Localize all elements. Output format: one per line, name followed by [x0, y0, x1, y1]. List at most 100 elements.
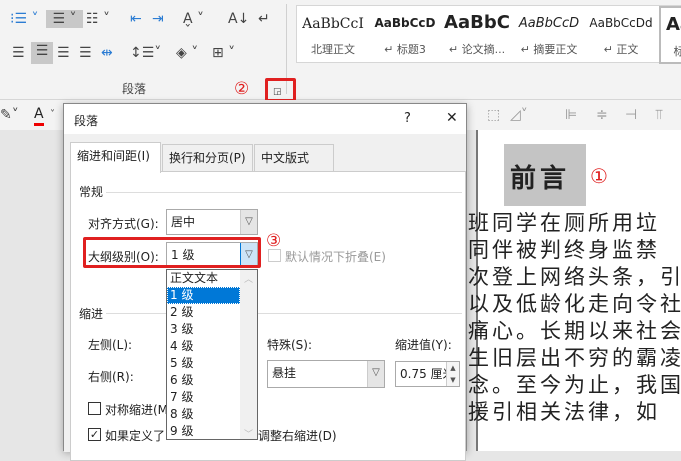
dropdown-option[interactable]: 3 级 — [167, 321, 240, 338]
align-right-icon[interactable]: ☰ — [57, 44, 70, 62]
align-left-object-icon[interactable]: ⊫ — [565, 106, 577, 124]
alignment-label: 对齐方式(G): — [88, 217, 159, 231]
annotation-3: ③ — [266, 231, 282, 251]
align-center-object-icon[interactable]: ≑ — [596, 106, 608, 124]
highlight-box — [265, 78, 296, 102]
dropdown-option[interactable]: 9 级 — [167, 423, 240, 440]
collapse-checkbox[interactable] — [268, 249, 281, 262]
numbering-icon[interactable]: ☰ ˅ — [46, 10, 83, 28]
style-item[interactable]: AaBbCcI 北理正文 — [297, 6, 369, 64]
doc-line: 同伴被判终身监禁 — [468, 238, 660, 262]
style-name: ↵ 论文摘... — [448, 43, 506, 56]
justify-icon[interactable]: ☰ — [79, 44, 92, 62]
distributed-icon[interactable]: ⇹ — [101, 44, 113, 62]
style-sample: AaBbCcI — [302, 16, 364, 32]
align-top-object-icon[interactable]: ⫪ — [655, 106, 663, 124]
doc-line: 援引相关法律，如 — [468, 400, 660, 424]
alignment-select[interactable]: 居中 ▽ — [166, 209, 258, 235]
outline-level-dropdown[interactable]: 正文文本 1 级 2 级 3 级 4 级 5 级 6 级 7 级 8 级 9 级… — [166, 269, 258, 440]
auto-adjust-checkbox[interactable]: ✓ — [88, 428, 101, 441]
tab-line-page-breaks[interactable]: 换行和分页(P) — [162, 144, 253, 172]
divider — [258, 313, 462, 314]
divider — [106, 192, 462, 193]
dropdown-option-selected[interactable]: 1 级 — [167, 287, 240, 304]
document-page[interactable]: 前言 ① 班同学在厕所用垃 同伴被判终身监禁 次登上网络头条，引 以及低龄化走向… — [468, 130, 681, 451]
show-marks-icon[interactable]: ↵ — [258, 10, 270, 28]
dropdown-option[interactable]: 7 级 — [167, 389, 240, 406]
close-button[interactable]: ✕ — [446, 110, 458, 126]
tab-indent-spacing[interactable]: 缩进和间距(I) — [70, 142, 161, 173]
dropdown-option[interactable]: 5 级 — [167, 355, 240, 372]
highlight-pen-icon[interactable]: ✎˅ — [0, 106, 19, 124]
auto-adjust-label-end: 调整右缩进(D) — [258, 429, 337, 443]
dropdown-option[interactable]: 8 级 — [167, 406, 240, 423]
style-name: 标 — [673, 45, 681, 58]
borders-icon[interactable]: ⊞ ˅ — [212, 44, 235, 62]
style-name: 北理正文 — [311, 43, 355, 56]
rotate-icon[interactable]: ◿˅ — [510, 106, 528, 124]
doc-line: 次登上网络头条，引 — [468, 265, 681, 289]
align-right-object-icon[interactable]: ⊣ — [625, 106, 637, 124]
indent-value-input[interactable]: 0.75 厘米 ▲ ▼ — [395, 361, 460, 387]
style-sample: AaBbCcDd — [589, 16, 653, 30]
align-left-icon[interactable]: ☰ — [12, 44, 25, 62]
special-value: 悬挂 — [272, 366, 297, 380]
special-select[interactable]: 悬挂 ▽ — [267, 360, 385, 388]
dropdown-option[interactable]: 4 级 — [167, 338, 240, 355]
mirror-indent-label: 对称缩进(M) — [105, 403, 166, 417]
style-item[interactable]: Aa 标 — [659, 6, 681, 64]
style-name: ↵ 标题3 — [384, 43, 426, 56]
style-item[interactable]: AaBbCcD ↵ 标题3 — [369, 6, 441, 64]
style-name: ↵ 摘要正文 — [520, 43, 578, 56]
multilevel-list-icon[interactable]: ☷ ˅ — [86, 10, 110, 28]
decrease-indent-icon[interactable]: ⇤ — [130, 10, 142, 28]
document-heading[interactable]: 前言 — [510, 158, 570, 195]
shading-icon[interactable]: ◈ ˅ — [176, 44, 198, 62]
collapse-label: 默认情况下折叠(E) — [285, 250, 386, 264]
dropdown-option[interactable]: 2 级 — [167, 304, 240, 321]
align-center-icon[interactable]: ☰ — [31, 42, 53, 64]
style-sample: Aa — [665, 14, 681, 35]
style-item[interactable]: AaBbC ↵ 论文摘... — [441, 6, 513, 64]
general-section-label: 常规 — [79, 185, 104, 199]
indent-value-label: 缩进值(Y): — [395, 338, 452, 352]
paragraph-group-label: 段落 — [122, 82, 147, 96]
chevron-down-icon[interactable]: ▽ — [367, 361, 384, 387]
dropdown-option[interactable]: 6 级 — [167, 372, 240, 389]
bullets-icon[interactable]: ⁝☰ ˅ — [10, 10, 38, 28]
tab-asian-typography[interactable]: 中文版式(H) — [254, 144, 334, 191]
doc-line: 以及低龄化走向令社 — [468, 292, 681, 316]
sort-icon[interactable]: A↓ — [228, 10, 249, 28]
right-indent-label: 右侧(R): — [88, 370, 134, 384]
dialog-title: 段落 — [74, 114, 99, 128]
dropdown-option[interactable]: 正文文本 — [167, 270, 240, 287]
help-button[interactable]: ? — [404, 111, 411, 126]
increase-indent-icon[interactable]: ⇥ — [152, 10, 164, 28]
chevron-down-icon[interactable]: ▽ — [240, 210, 257, 234]
style-item[interactable]: AaBbCcD ↵ 摘要正文 — [513, 6, 585, 64]
annotation-2: ② — [234, 79, 250, 99]
style-name: ↵ 正文 — [603, 43, 639, 56]
mirror-indent-checkbox[interactable] — [88, 402, 101, 415]
font-color-icon[interactable]: A — [34, 105, 44, 126]
style-sample: AaBbC — [444, 12, 510, 33]
auto-adjust-label-start: 如果定义了 — [105, 429, 166, 443]
spinner-icon[interactable]: ▲ ▼ — [446, 362, 459, 386]
doc-line: 班同学在厕所用垃 — [468, 211, 660, 235]
annotation-1: ① — [590, 164, 608, 188]
dropdown-scrollbar[interactable]: ︿ ﹀ — [240, 270, 257, 440]
style-sample: AaBbCcD — [374, 16, 436, 30]
ribbon: ⁝☰ ˅ ☰ ˅ ☷ ˅ ⇤ ⇥ A̬ ˅ A↓ ↵ ☰ ☰ ☰ ☰ ⇹ ↕☰˅… — [0, 0, 681, 102]
special-label: 特殊(S): — [267, 338, 313, 352]
doc-line: 念。至今为止，我国 — [468, 373, 681, 397]
group-icon[interactable]: ⬚ — [487, 106, 500, 124]
line-spacing-icon[interactable]: ↕☰˅ — [130, 44, 161, 62]
doc-line: 痛心。长期以来社会 — [468, 319, 681, 343]
chevron-down-icon[interactable]: ˅ — [50, 106, 55, 124]
indent-section-label: 缩进 — [79, 307, 104, 321]
doc-line: 生旧层出不穷的霸凌 — [468, 346, 681, 370]
chinese-layout-icon[interactable]: A̬ ˅ — [183, 10, 204, 28]
highlight-box — [83, 237, 261, 268]
paragraph-dialog: 段落 ? ✕ 缩进和间距(I) 换行和分页(P) 中文版式(H) — [63, 103, 467, 461]
style-item[interactable]: AaBbCcDd ↵ 正文 — [585, 6, 657, 64]
